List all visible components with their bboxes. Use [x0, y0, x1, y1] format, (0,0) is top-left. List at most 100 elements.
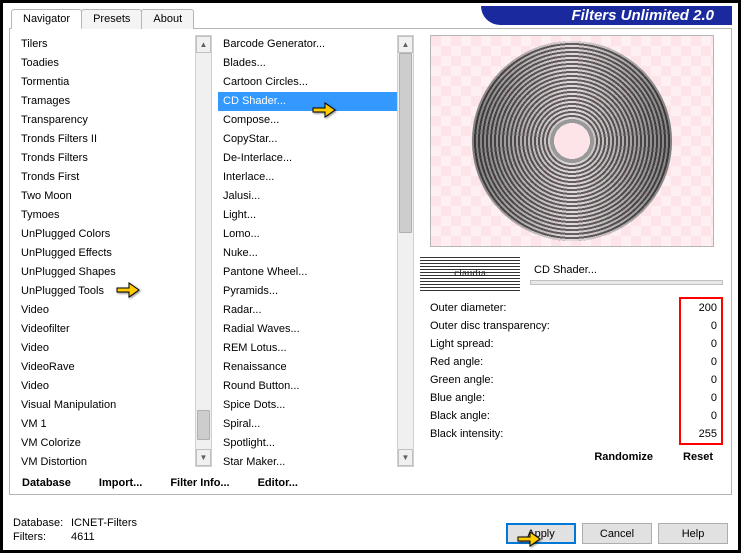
param-value: 200: [681, 300, 717, 316]
database-button[interactable]: Database: [22, 474, 71, 492]
right-pane: claudia CD Shader... Outer diameter:200O…: [420, 35, 725, 467]
tab-navigator[interactable]: Navigator: [11, 9, 82, 29]
list-item[interactable]: Tronds Filters II: [16, 130, 195, 149]
list-item[interactable]: Two Moon: [16, 187, 195, 206]
filter-list[interactable]: Barcode Generator...Blades...Cartoon Cir…: [218, 35, 397, 467]
cancel-button[interactable]: Cancel: [582, 523, 652, 544]
param-row[interactable]: Outer disc transparency:0: [420, 317, 723, 335]
preview-image: [430, 35, 714, 247]
param-row[interactable]: Black intensity:255: [420, 425, 723, 443]
param-label: Outer disc transparency:: [430, 318, 550, 334]
list-item[interactable]: Tramages: [16, 92, 195, 111]
list-item[interactable]: Round Button...: [218, 377, 397, 396]
list-item[interactable]: Renaissance: [218, 358, 397, 377]
list-item[interactable]: Spotlight...: [218, 434, 397, 453]
list-item[interactable]: VM Distortion: [16, 453, 195, 467]
list-item[interactable]: UnPlugged Tools: [16, 282, 195, 301]
list-item[interactable]: Radial Waves...: [218, 320, 397, 339]
list-item[interactable]: Spiral...: [218, 415, 397, 434]
filters-label: Filters:: [13, 530, 71, 544]
scroll-thumb[interactable]: [197, 410, 210, 440]
list-item[interactable]: Video: [16, 339, 195, 358]
help-button[interactable]: Help: [658, 523, 728, 544]
category-list[interactable]: TilersToadiesTormentiaTramagesTransparen…: [16, 35, 195, 467]
param-row[interactable]: Red angle: 0: [420, 353, 723, 371]
list-item[interactable]: Pantone Wheel...: [218, 263, 397, 282]
list-item[interactable]: Video: [16, 301, 195, 320]
scroll-down-icon[interactable]: ▼: [398, 449, 413, 466]
list-item[interactable]: VideoRave: [16, 358, 195, 377]
tab-bar: Navigator Presets About: [11, 9, 193, 29]
tab-about[interactable]: About: [141, 9, 194, 29]
list-item[interactable]: Blades...: [218, 54, 397, 73]
param-value: 0: [681, 354, 717, 370]
list-item[interactable]: Tronds Filters: [16, 149, 195, 168]
param-row[interactable]: Blue angle:0: [420, 389, 723, 407]
list-item[interactable]: UnPlugged Effects: [16, 244, 195, 263]
param-row[interactable]: Black angle: 0: [420, 407, 723, 425]
param-label: Light spread:: [430, 336, 494, 352]
import-button[interactable]: Import...: [99, 474, 142, 492]
param-row[interactable]: Outer diameter:200: [420, 299, 723, 317]
watermark: claudia: [420, 255, 520, 291]
list-item[interactable]: De-Interlace...: [218, 149, 397, 168]
apply-button[interactable]: Apply: [506, 523, 576, 544]
tab-presets[interactable]: Presets: [81, 9, 142, 29]
scroll-down-icon[interactable]: ▼: [196, 449, 211, 466]
scroll-up-icon[interactable]: ▲: [196, 36, 211, 53]
list-item[interactable]: Video: [16, 377, 195, 396]
filters-value: 4611: [71, 530, 95, 544]
param-value: 0: [681, 336, 717, 352]
param-value: 255: [681, 426, 717, 442]
list-item[interactable]: Barcode Generator...: [218, 35, 397, 54]
category-pane: TilersToadiesTormentiaTramagesTransparen…: [16, 35, 212, 467]
editor-button[interactable]: Editor...: [258, 474, 298, 492]
list-item[interactable]: Videofilter: [16, 320, 195, 339]
list-item[interactable]: Tormentia: [16, 73, 195, 92]
list-item[interactable]: CopyStar...: [218, 130, 397, 149]
list-item[interactable]: Transparency: [16, 111, 195, 130]
list-item[interactable]: Interlace...: [218, 168, 397, 187]
param-row[interactable]: Green angle:0: [420, 371, 723, 389]
list-item[interactable]: Tymoes: [16, 206, 195, 225]
list-item[interactable]: UnPlugged Shapes: [16, 263, 195, 282]
param-label: Red angle:: [430, 354, 483, 370]
param-row[interactable]: Light spread: 0: [420, 335, 723, 353]
list-item[interactable]: Star Maker...: [218, 453, 397, 467]
list-item[interactable]: Nuke...: [218, 244, 397, 263]
list-item[interactable]: Tronds First: [16, 168, 195, 187]
db-label: Database:: [13, 516, 71, 530]
list-item[interactable]: Compose...: [218, 111, 397, 130]
list-item[interactable]: Radar...: [218, 301, 397, 320]
randomize-button[interactable]: Randomize: [594, 451, 653, 463]
list-item[interactable]: REM Lotus...: [218, 339, 397, 358]
list-item[interactable]: Pyramids...: [218, 282, 397, 301]
list-item[interactable]: CD Shader...: [218, 92, 397, 111]
list-item[interactable]: Spice Dots...: [218, 396, 397, 415]
param-label: Black angle:: [430, 408, 490, 424]
list-item[interactable]: Visual Manipulation: [16, 396, 195, 415]
param-value: 0: [681, 390, 717, 406]
list-item[interactable]: Toadies: [16, 54, 195, 73]
list-item[interactable]: Light...: [218, 206, 397, 225]
reset-button[interactable]: Reset: [683, 451, 713, 463]
filter-info-button[interactable]: Filter Info...: [170, 474, 229, 492]
param-value: 0: [681, 408, 717, 424]
app-title: Filters Unlimited 2.0: [481, 6, 732, 25]
category-scrollbar[interactable]: ▲ ▼: [195, 35, 212, 467]
list-item[interactable]: Jalusi...: [218, 187, 397, 206]
list-item[interactable]: Cartoon Circles...: [218, 73, 397, 92]
filter-scrollbar[interactable]: ▲ ▼: [397, 35, 414, 467]
list-item[interactable]: VM 1: [16, 415, 195, 434]
list-item[interactable]: Lomo...: [218, 225, 397, 244]
progress-bar: [530, 280, 723, 285]
param-value: 0: [681, 372, 717, 388]
current-filter-name: CD Shader...: [530, 262, 723, 278]
list-item[interactable]: Tilers: [16, 35, 195, 54]
filter-pane: Barcode Generator...Blades...Cartoon Cir…: [218, 35, 414, 467]
list-item[interactable]: UnPlugged Colors: [16, 225, 195, 244]
scroll-thumb[interactable]: [399, 53, 412, 233]
scroll-up-icon[interactable]: ▲: [398, 36, 413, 53]
cd-icon: [472, 41, 672, 241]
list-item[interactable]: VM Colorize: [16, 434, 195, 453]
